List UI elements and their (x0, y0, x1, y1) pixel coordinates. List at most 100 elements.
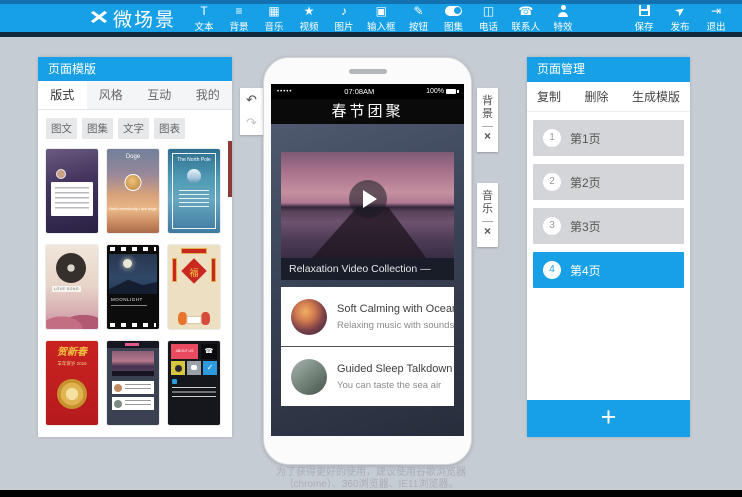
list-item-title: Guided Sleep Talkdown (337, 363, 452, 375)
battery-icon (446, 89, 456, 94)
tab-style[interactable]: 风格 (87, 81, 136, 109)
content-card: Soft Calming with Ocean Relaxing music w… (281, 287, 454, 406)
pencil-edit-icon: ✎ (414, 4, 424, 18)
add-page-button[interactable]: + (527, 400, 690, 437)
page-number-badge: 4 (543, 261, 561, 279)
tool-effects[interactable]: 特效 (551, 4, 575, 33)
copy-page-button[interactable]: 复制 (537, 88, 561, 105)
page-item-4-selected[interactable]: 4 第4页 (533, 252, 684, 288)
templates-panel: 页面模版 版式 风格 互动 我的 图文 图集 文字 图表 Doge Hello … (38, 57, 232, 437)
tool-text-label: 文本 (195, 19, 214, 33)
templates-scrollbar-thumb[interactable] (228, 141, 232, 197)
toolbar-right-items: 保存 ➤ 发布 ⇥ 退出 (632, 4, 728, 33)
list-item-title: Soft Calming with Ocean (337, 303, 458, 315)
decor-film-holes (110, 323, 156, 327)
template-grid: Doge Hello everybody I am doge The North… (38, 143, 232, 425)
divider (482, 126, 493, 127)
delete-page-button[interactable]: 删除 (584, 88, 608, 105)
template-thumb-newyear-fu[interactable]: 福 (168, 245, 220, 329)
template-thumb-north-pole[interactable]: The North Pole (168, 149, 220, 233)
list-item-avatar (291, 299, 327, 335)
save-label: 保存 (634, 19, 653, 33)
toggle-icon (445, 4, 462, 18)
decor-doge-avatar (125, 174, 142, 191)
template-thumb-profile-card[interactable] (46, 149, 98, 233)
pages-actions: 复制 删除 生成模版 (527, 82, 690, 112)
page-item-2[interactable]: 2 第2页 (533, 164, 684, 200)
template-thumb-love-song[interactable]: LOVE SONG (46, 245, 98, 329)
tool-phone[interactable]: ◫ 电话 (477, 4, 501, 33)
decor-moon-scene (109, 254, 157, 294)
pages-panel-title: 页面管理 (527, 57, 690, 82)
music-element-tab[interactable]: 音乐 × (477, 183, 498, 247)
page-title[interactable]: 春节团聚 (271, 99, 464, 124)
hexinchun-subtitle: 羊年贺岁 2015 (46, 361, 98, 367)
tool-input-box-label: 输入框 (367, 19, 396, 33)
tool-picture[interactable]: ♪ 图片 (332, 4, 356, 33)
page-number-badge: 1 (543, 129, 561, 147)
template-thumb-doge[interactable]: Doge Hello everybody I am doge (107, 149, 159, 233)
filter-chart[interactable]: 图表 (154, 118, 185, 139)
music-tab-label: 音乐 (482, 190, 494, 216)
list-item-texts: Soft Calming with Ocean Relaxing music w… (337, 303, 458, 331)
redo-icon: ↷ (246, 115, 257, 131)
exit-button[interactable]: ⇥ 退出 (704, 4, 728, 33)
play-button-icon[interactable] (349, 180, 387, 218)
template-thumb-moonlight[interactable]: MOONLIGHT (107, 245, 159, 329)
save-icon (639, 4, 650, 18)
fu-character: 福 (168, 266, 220, 279)
top-toolbar: × 微场景 T 文本 ≡ 背景 ▦ 音乐 ★ 视频 ♪ 图片 (0, 0, 742, 37)
publish-label: 发布 (670, 19, 689, 33)
phone-status-bar: ••••• 07:08AM 100% (271, 84, 464, 99)
tool-contacts[interactable]: ☎ 联系人 (512, 4, 541, 33)
list-item[interactable]: Soft Calming with Ocean Relaxing music w… (281, 287, 454, 346)
tab-layout[interactable]: 版式 (38, 81, 87, 109)
battery-status: 100% (426, 88, 458, 95)
template-thumb-hexinchun[interactable]: 贺新春 羊年贺岁 2015 (46, 341, 98, 425)
list-item[interactable]: Guided Sleep Talkdown You can taste the … (281, 347, 454, 406)
logo-x-icon: × (90, 5, 109, 31)
video-element[interactable]: Relaxation Video Collection — (281, 152, 454, 280)
filter-text[interactable]: 文字 (118, 118, 149, 139)
decor-blue-icon (172, 379, 177, 384)
decor-figure (201, 312, 210, 325)
generate-template-button[interactable]: 生成模版 (632, 88, 680, 105)
decor-vinyl-record (56, 253, 86, 283)
publish-button[interactable]: ➤ 发布 (668, 4, 692, 33)
page-item-3[interactable]: 3 第3页 (533, 208, 684, 244)
tool-video[interactable]: ★ 视频 (297, 4, 321, 33)
background-element-tab[interactable]: 背景 × (477, 88, 498, 152)
moonlight-title: MOONLIGHT (111, 297, 143, 302)
decor-text-lines (179, 190, 209, 208)
redo-button[interactable]: ↷ (240, 112, 263, 136)
filter-gallery[interactable]: 图集 (82, 118, 113, 139)
tool-text[interactable]: T 文本 (192, 4, 216, 33)
north-pole-title: The North Pole (168, 157, 220, 163)
save-button[interactable]: 保存 (632, 4, 656, 33)
undo-icon: ↶ (246, 92, 257, 108)
background-tab-label: 背景 (482, 95, 494, 121)
undo-button[interactable]: ↶ (240, 88, 263, 112)
filter-image-text[interactable]: 图文 (46, 118, 77, 139)
grid-icon: ▦ (268, 4, 279, 18)
template-thumb-video-collection[interactable] (107, 341, 159, 425)
decor-subtitle-line (111, 305, 147, 306)
tab-interactive[interactable]: 互动 (135, 81, 184, 109)
tool-input-box[interactable]: ▣ 输入框 (367, 4, 396, 33)
tool-gallery[interactable]: 图集 (442, 4, 466, 33)
phone-preview: ••••• 07:08AM 100% 春节团聚 Relaxation Video… (263, 57, 472, 465)
page-item-1[interactable]: 1 第1页 (533, 120, 684, 156)
list-item-texts: Guided Sleep Talkdown You can taste the … (337, 363, 452, 391)
decor-circle-photo (187, 169, 201, 183)
template-thumb-dark-tiles[interactable]: ABOUT US (168, 341, 220, 425)
signal-dots-icon: ••••• (277, 89, 293, 95)
close-icon[interactable]: × (484, 130, 491, 142)
tab-mine[interactable]: 我的 (184, 81, 233, 109)
tool-background[interactable]: ≡ 背景 (227, 4, 251, 33)
close-icon[interactable]: × (484, 225, 491, 237)
tool-music[interactable]: ▦ 音乐 (262, 4, 286, 33)
tool-button[interactable]: ✎ 按钮 (407, 4, 431, 33)
check-tile (203, 361, 217, 375)
tool-contacts-label: 联系人 (512, 19, 541, 33)
page-item-label: 第4页 (570, 262, 601, 279)
